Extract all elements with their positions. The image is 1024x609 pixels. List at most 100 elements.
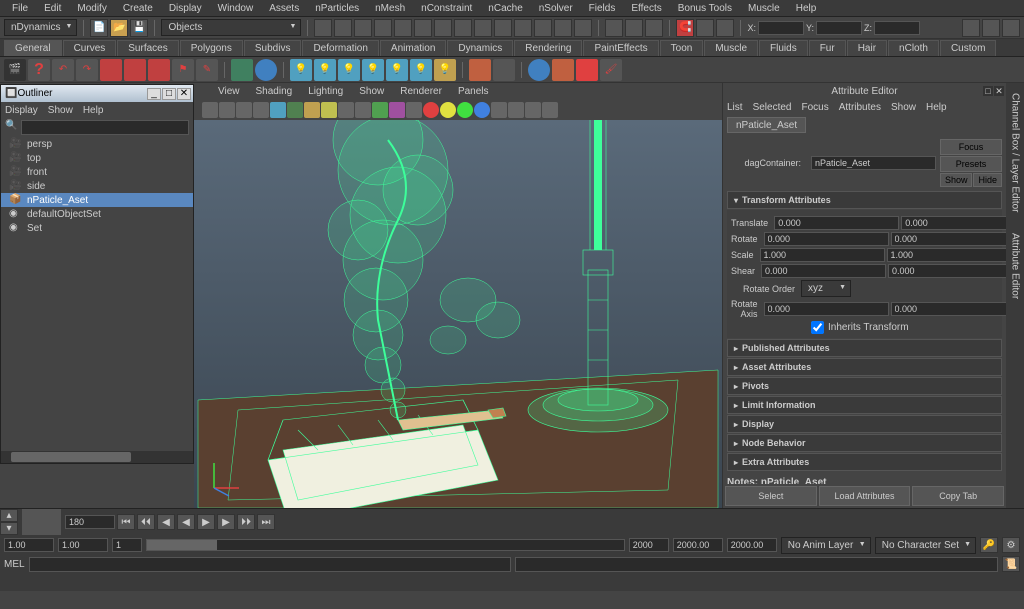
- history-icon[interactable]: [554, 19, 572, 37]
- shelf-tab-fur[interactable]: Fur: [809, 40, 846, 56]
- range-start-outer[interactable]: [4, 538, 54, 552]
- menu-file[interactable]: File: [4, 1, 36, 16]
- current-frame-input[interactable]: [65, 515, 115, 529]
- shelf-undo-icon[interactable]: ↶: [52, 59, 74, 81]
- presets-button[interactable]: Presets: [940, 156, 1002, 172]
- soft-icon[interactable]: [434, 19, 452, 37]
- rotaxis-y-input[interactable]: [891, 302, 1006, 316]
- script-editor-icon[interactable]: 📜: [1002, 556, 1020, 572]
- shelf-pen-icon[interactable]: ✎: [196, 59, 218, 81]
- shelf-brush-icon[interactable]: 🖌: [600, 59, 622, 81]
- vp-color3-icon[interactable]: [457, 102, 473, 118]
- shelf-light5-icon[interactable]: 💡: [386, 59, 408, 81]
- shelf-light4-icon[interactable]: 💡: [362, 59, 384, 81]
- load-attributes-button[interactable]: Load Attributes: [819, 486, 911, 506]
- shelf-tab-animation[interactable]: Animation: [380, 40, 446, 56]
- move-tool-icon[interactable]: [334, 19, 352, 37]
- cmd-mode-label[interactable]: MEL: [4, 559, 25, 570]
- attr-node-tab[interactable]: nPaticle_Aset: [727, 117, 806, 133]
- menu-nconstraint[interactable]: nConstraint: [413, 1, 480, 16]
- tab-channelbox[interactable]: Channel Box / Layer Editor: [1010, 93, 1021, 213]
- component-icon[interactable]: [454, 19, 472, 37]
- shelf-tab-muscle[interactable]: Muscle: [704, 40, 758, 56]
- outliner-titlebar[interactable]: 🔲 Outliner _ □ ✕: [1, 85, 193, 102]
- vp-grid2-icon[interactable]: [508, 102, 524, 118]
- vp-lit-icon[interactable]: [321, 102, 337, 118]
- prefs-icon[interactable]: ⚙: [1002, 537, 1020, 553]
- dag-input[interactable]: [811, 156, 936, 170]
- snap-point-icon[interactable]: [514, 19, 532, 37]
- vp-menu-show[interactable]: Show: [351, 84, 392, 99]
- shelf-light6-icon[interactable]: 💡: [410, 59, 432, 81]
- outliner-menu-display[interactable]: Display: [5, 105, 38, 116]
- outliner-menu-help[interactable]: Help: [83, 105, 104, 116]
- vp-cam3-icon[interactable]: [253, 102, 269, 118]
- shelf-point-icon[interactable]: [493, 59, 515, 81]
- shelf-plane-icon[interactable]: [576, 59, 598, 81]
- shelf-tab-painteffects[interactable]: PaintEffects: [583, 40, 658, 56]
- shelf-tab-fluids[interactable]: Fluids: [759, 40, 808, 56]
- outliner-item-defaultset[interactable]: ◉defaultObjectSet: [1, 207, 193, 221]
- outliner-item-front[interactable]: 🎥front: [1, 165, 193, 179]
- range-slider[interactable]: [146, 539, 625, 551]
- anim-layer-dropdown[interactable]: No Anim Layer: [781, 537, 871, 554]
- char-set-dropdown[interactable]: No Character Set: [875, 537, 976, 554]
- menu-window[interactable]: Window: [210, 1, 262, 16]
- vp-cam1-icon[interactable]: [219, 102, 235, 118]
- rotate-order-dropdown[interactable]: xyz: [801, 280, 851, 297]
- play-fwd-icon[interactable]: ▶: [197, 514, 215, 530]
- vp-select-icon[interactable]: [202, 102, 218, 118]
- outliner-max-icon[interactable]: □: [162, 88, 176, 100]
- vp-menu-panels[interactable]: Panels: [450, 84, 497, 99]
- menu-modify[interactable]: Modify: [69, 1, 114, 16]
- shelf-spot-icon[interactable]: [469, 59, 491, 81]
- command-input[interactable]: [29, 557, 512, 572]
- menu-assets[interactable]: Assets: [261, 1, 307, 16]
- range-total-end[interactable]: [727, 538, 777, 552]
- step-back-icon[interactable]: ⏴⏴: [137, 514, 155, 530]
- section-asset[interactable]: Asset Attributes: [727, 358, 1002, 376]
- shelf-key-icon[interactable]: ⚑: [172, 59, 194, 81]
- go-start-icon[interactable]: ⏮: [117, 514, 135, 530]
- shelf-tab-rendering[interactable]: Rendering: [514, 40, 582, 56]
- translate-x-input[interactable]: [774, 216, 899, 230]
- rotaxis-x-input[interactable]: [764, 302, 889, 316]
- copy-tab-button[interactable]: Copy Tab: [912, 486, 1004, 506]
- range-inner-start[interactable]: [112, 538, 142, 552]
- render-globals-icon[interactable]: [645, 19, 663, 37]
- vp-xray-icon[interactable]: [355, 102, 371, 118]
- shelf-tab-ncloth[interactable]: nCloth: [888, 40, 939, 56]
- rotate-y-input[interactable]: [891, 232, 1006, 246]
- pane-script-icon[interactable]: [1002, 19, 1020, 37]
- select-button[interactable]: Select: [725, 486, 817, 506]
- prev-key-icon[interactable]: ◀: [157, 514, 175, 530]
- time-ruler[interactable]: 180 501001502002503003504004505005506006…: [22, 509, 61, 535]
- shelf-tab-curves[interactable]: Curves: [63, 40, 117, 56]
- snap-curve-icon[interactable]: [494, 19, 512, 37]
- menu-ncache[interactable]: nCache: [480, 1, 530, 16]
- vp-color4-icon[interactable]: [474, 102, 490, 118]
- outliner-item-side[interactable]: 🎥side: [1, 179, 193, 193]
- shelf-tab-deformation[interactable]: Deformation: [302, 40, 378, 56]
- paint-icon[interactable]: [414, 19, 432, 37]
- lock-icon[interactable]: [696, 19, 714, 37]
- scale-tool-icon[interactable]: [374, 19, 392, 37]
- outliner-item-persp[interactable]: 🎥persp: [1, 137, 193, 151]
- outliner-search-input[interactable]: [21, 120, 189, 135]
- shelf-light1-icon[interactable]: 💡: [290, 59, 312, 81]
- select-tool-icon[interactable]: [314, 19, 332, 37]
- section-nodebehavior[interactable]: Node Behavior: [727, 434, 1002, 452]
- new-scene-icon[interactable]: 📄: [90, 19, 108, 37]
- shelf-hyper-icon[interactable]: [231, 59, 253, 81]
- outliner-min-icon[interactable]: _: [147, 88, 161, 100]
- vp-shade-icon[interactable]: [287, 102, 303, 118]
- vp-hw-icon[interactable]: [338, 102, 354, 118]
- shelf-help-icon[interactable]: ?: [28, 59, 50, 81]
- menu-bonustools[interactable]: Bonus Tools: [670, 1, 740, 16]
- menu-fields[interactable]: Fields: [581, 1, 624, 16]
- section-display[interactable]: Display: [727, 415, 1002, 433]
- step-fwd-icon[interactable]: ⏵⏵: [237, 514, 255, 530]
- menu-display[interactable]: Display: [161, 1, 210, 16]
- vp-iso3-icon[interactable]: [406, 102, 422, 118]
- shelf-tab-hair[interactable]: Hair: [847, 40, 887, 56]
